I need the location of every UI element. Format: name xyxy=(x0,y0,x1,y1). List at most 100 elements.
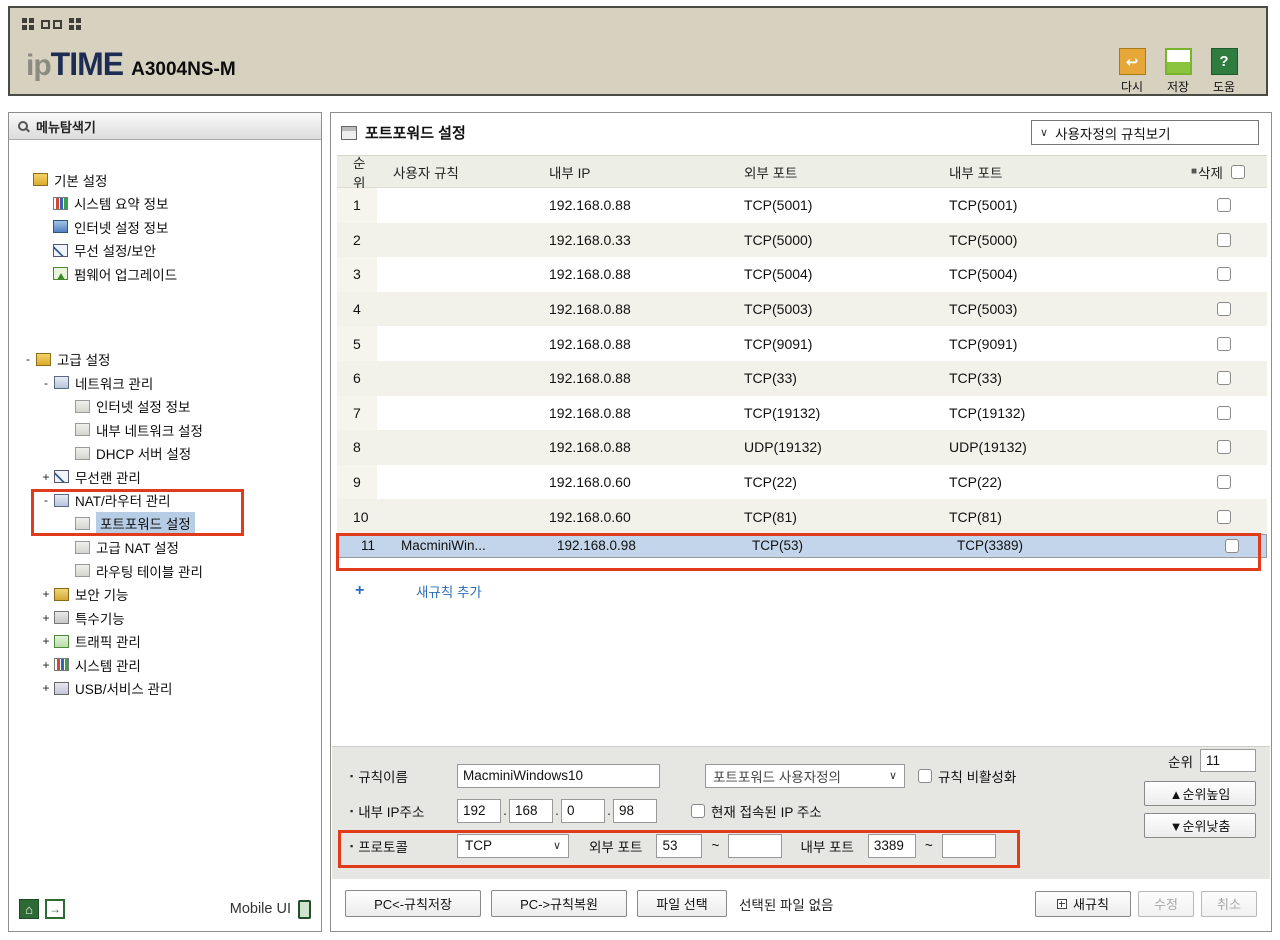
cell-ip: 192.168.0.88 xyxy=(549,404,631,421)
rule-view-value: 사용자정의 규칙보기 xyxy=(1055,126,1171,142)
disable-rule-checkbox[interactable] xyxy=(918,768,932,783)
row-delete-checkbox[interactable] xyxy=(1217,509,1231,524)
sidebar-item-port-forward[interactable]: 포트포워드 설정 xyxy=(75,512,317,536)
row-delete-checkbox[interactable] xyxy=(1217,232,1231,247)
new-rule-button[interactable]: 새규칙 xyxy=(1035,890,1131,917)
file-select-button[interactable]: 파일 선택 xyxy=(637,890,727,917)
rank-up-button[interactable]: ▲순위높임 xyxy=(1144,781,1256,806)
sidebar-item-traffic-management[interactable]: + 트래픽 관리 xyxy=(41,630,317,654)
sidebar-item-lan-settings[interactable]: 내부 네트워크 설정 xyxy=(75,418,317,442)
rank-input[interactable] xyxy=(1200,749,1256,772)
table-row[interactable]: 6 192.168.0.88 TCP(33) TCP(33) xyxy=(337,360,1267,396)
cell-int: TCP(3389) xyxy=(957,538,1024,554)
sidebar-item-system-summary[interactable]: 시스템 요약 정보 xyxy=(53,192,317,216)
modify-button[interactable]: 수정 xyxy=(1138,890,1194,917)
sidebar-item-system-management[interactable]: + 시스템 관리 xyxy=(41,653,317,677)
row-delete-checkbox[interactable] xyxy=(1217,302,1231,317)
table-row[interactable]: 10 192.168.0.60 TCP(81) TCP(81) xyxy=(337,499,1267,534)
sidebar-item-routing-table[interactable]: 라우팅 테이블 관리 xyxy=(75,559,317,583)
int-port-start-input[interactable] xyxy=(867,833,916,858)
table-row[interactable]: 2 192.168.0.33 TCP(5000) TCP(5000) xyxy=(337,222,1267,258)
tree-label: 라우팅 테이블 관리 xyxy=(96,564,203,580)
rule-name-input[interactable] xyxy=(457,763,660,788)
ip-octet-4[interactable] xyxy=(613,798,657,823)
table-row[interactable]: 8 192.168.0.88 UDP(19132) UDP(19132) xyxy=(337,430,1267,465)
sidebar-item-firmware-upgrade[interactable]: 펌웨어 업그레이드 xyxy=(53,262,317,286)
table-row[interactable]: 3 192.168.0.88 TCP(5004) TCP(5004) xyxy=(337,257,1267,292)
row-delete-checkbox[interactable] xyxy=(1217,336,1231,351)
sidebar-item-basic-settings[interactable]: 기본 설정 xyxy=(33,168,317,192)
sidebar-item-dhcp-server[interactable]: DHCP 서버 설정 xyxy=(75,442,317,466)
refresh-button[interactable]: ↩ 다시 xyxy=(1116,48,1148,95)
upgrade-icon xyxy=(53,267,68,281)
sidebar-item-nat-router-management[interactable]: - NAT/라우터 관리 xyxy=(41,489,317,513)
sidebar-item-internet-info[interactable]: 인터넷 설정 정보 xyxy=(53,215,317,239)
current-ip-checkbox[interactable] xyxy=(691,803,705,818)
rank-down-button[interactable]: ▼순위낮춤 xyxy=(1144,813,1256,838)
expand-icon[interactable]: + xyxy=(41,681,51,695)
delete-all-checkbox[interactable] xyxy=(1230,164,1245,179)
sidebar-item-internet-settings[interactable]: 인터넷 설정 정보 xyxy=(75,395,317,419)
ip-label: 내부 IP주소 xyxy=(358,804,425,820)
tree-label: 내부 네트워크 설정 xyxy=(96,423,203,439)
row-delete-checkbox[interactable] xyxy=(1217,198,1231,213)
ip-octet-1[interactable] xyxy=(457,798,501,823)
sidebar-item-advanced-nat[interactable]: 고급 NAT 설정 xyxy=(75,536,317,560)
row-delete-checkbox[interactable] xyxy=(1217,475,1231,490)
row-delete-checkbox[interactable] xyxy=(1217,440,1231,455)
row-delete-checkbox[interactable] xyxy=(1217,405,1231,420)
cell-rank: 10 xyxy=(353,508,369,525)
col-rule: 사용자 규칙 xyxy=(393,165,459,181)
rule-view-select[interactable]: ∨ 사용자정의 규칙보기 xyxy=(1031,120,1259,145)
expand-icon[interactable]: + xyxy=(41,658,51,672)
restore-rules-from-pc-button[interactable]: PC->규칙복원 xyxy=(491,890,627,917)
sidebar-item-wireless-security[interactable]: 무선 설정/보안 xyxy=(53,239,317,263)
ip-label-wrap: ▪ 내부 IP주소 xyxy=(350,801,457,821)
save-button[interactable]: 저장 xyxy=(1162,48,1194,95)
sidebar-item-special-functions[interactable]: + 특수기능 xyxy=(41,606,317,630)
ext-port-end-input[interactable] xyxy=(728,833,783,858)
sidebar-item-advanced-settings[interactable]: - 고급 설정 xyxy=(23,348,317,372)
table-row[interactable]: 9 192.168.0.60 TCP(22) TCP(22) xyxy=(337,464,1267,500)
add-rule-link[interactable]: 새규칙 추가 xyxy=(416,581,482,601)
home-icon[interactable]: ⌂ xyxy=(19,899,39,919)
tree-label: 기본 설정 xyxy=(54,173,108,189)
sidebar-item-network-management[interactable]: - 네트워크 관리 xyxy=(41,371,317,395)
add-icon[interactable]: + xyxy=(337,582,377,600)
ext-port-start-input[interactable] xyxy=(656,833,703,858)
table-row[interactable]: 7 192.168.0.88 TCP(19132) TCP(19132) xyxy=(337,395,1267,431)
expand-icon[interactable]: + xyxy=(41,587,51,601)
row-delete-checkbox[interactable] xyxy=(1225,538,1239,553)
mobile-ui-link[interactable]: Mobile UI xyxy=(230,899,311,919)
collapse-icon[interactable]: - xyxy=(41,376,51,390)
int-port-end-input[interactable] xyxy=(941,833,996,858)
cell-ip: 192.168.0.88 xyxy=(549,301,631,318)
row-delete-checkbox[interactable] xyxy=(1217,267,1231,282)
save-rules-to-pc-button[interactable]: PC<-규칙저장 xyxy=(345,890,481,917)
row-delete-checkbox[interactable] xyxy=(1217,371,1231,386)
cell-rule: MacminiWin... xyxy=(401,538,486,554)
table-row[interactable]: 4 192.168.0.88 TCP(5003) TCP(5003) xyxy=(337,291,1267,327)
table-row-selected[interactable]: 11 MacminiWin... 192.168.0.98 TCP(53) TC… xyxy=(336,532,1267,571)
protocol-select[interactable]: TCP ∨ xyxy=(457,833,569,858)
ip-octet-2[interactable] xyxy=(509,798,553,823)
collapse-icon[interactable]: - xyxy=(23,352,33,366)
tree-label: 고급 NAT 설정 xyxy=(96,541,179,557)
dot-grid-icon xyxy=(69,18,81,30)
sidebar-item-security[interactable]: + 보안 기능 xyxy=(41,583,317,607)
cell-rank: 6 xyxy=(353,370,361,387)
expand-icon[interactable]: + xyxy=(41,470,51,484)
table-row[interactable]: 1 192.168.0.88 TCP(5001) TCP(5001) xyxy=(337,188,1267,223)
rule-type-select[interactable]: 포트포워드 사용자정의 ∨ xyxy=(705,763,905,788)
logout-icon[interactable]: → xyxy=(45,899,65,919)
cancel-button[interactable]: 취소 xyxy=(1201,890,1257,917)
expand-icon[interactable]: + xyxy=(41,611,51,625)
help-button[interactable]: ? 도움 xyxy=(1208,48,1240,95)
expand-icon[interactable]: + xyxy=(41,634,51,648)
sidebar-item-usb-service[interactable]: + USB/서비스 관리 xyxy=(41,677,317,701)
table-row[interactable]: 5 192.168.0.88 TCP(9091) TCP(9091) xyxy=(337,326,1267,361)
ip-octet-3[interactable] xyxy=(561,798,605,823)
sidebar-item-wlan-management[interactable]: + 무선랜 관리 xyxy=(41,465,317,489)
collapse-icon[interactable]: - xyxy=(41,493,51,507)
page-title-row: 포트포워드 설정 xyxy=(341,122,466,143)
